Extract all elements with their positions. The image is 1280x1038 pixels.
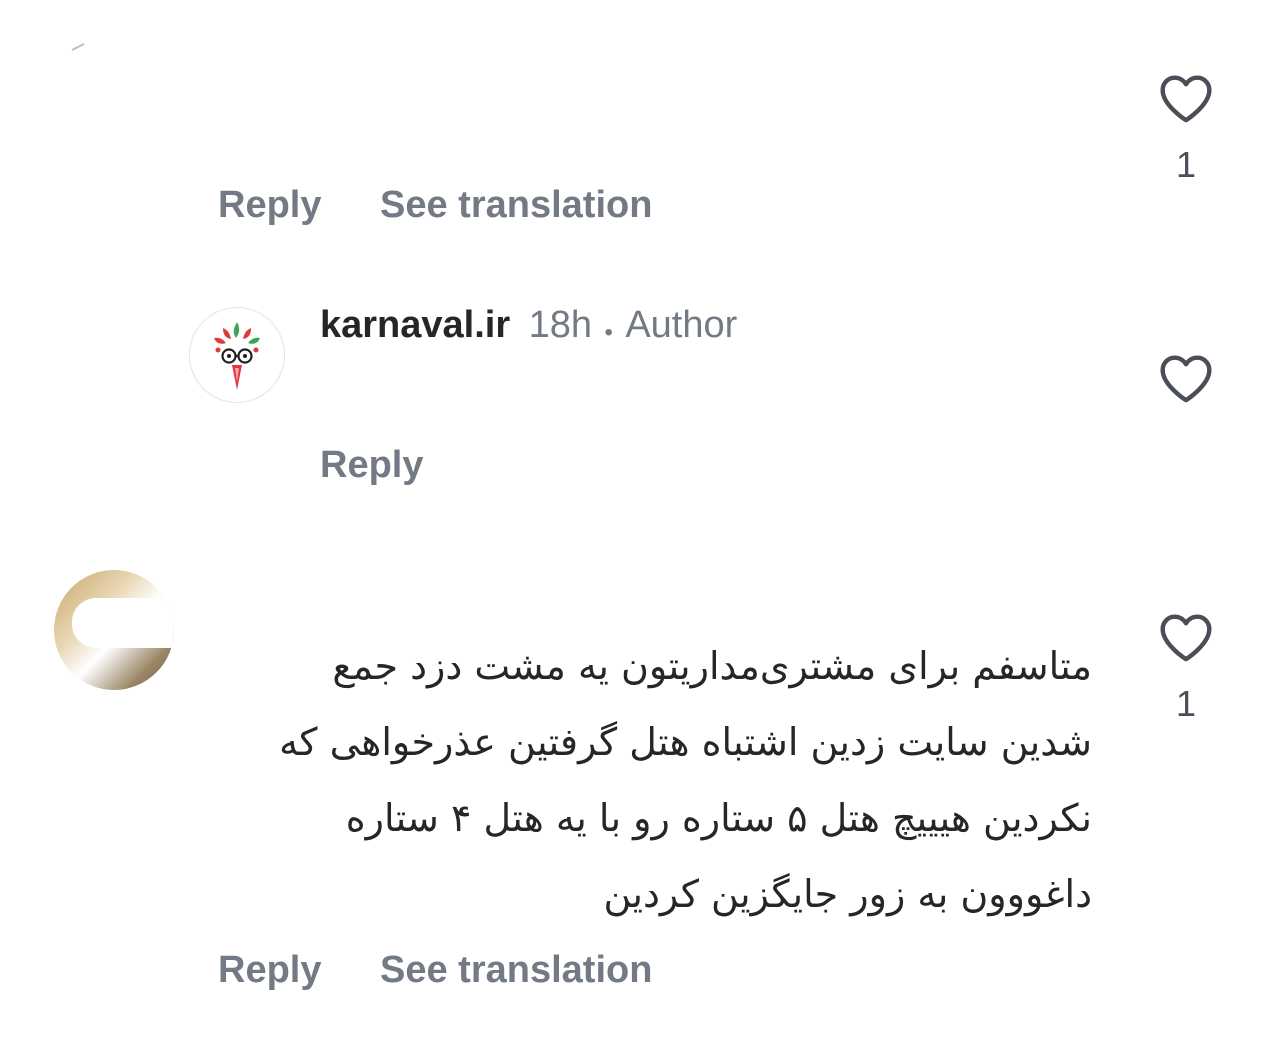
avatar-blur-overlay <box>72 598 174 648</box>
heart-icon <box>1160 355 1212 403</box>
cropped-edge-mark <box>70 38 86 51</box>
comment-text: متاسفم برای مشتری‌مداریتون یه مشت دزد جم… <box>192 628 1092 932</box>
comment-line: متاسفم برای مشتری‌مداریتون یه مشت دزد جم… <box>332 644 1092 688</box>
like-count: 1 <box>1175 683 1197 724</box>
comment-line: داغووون به زور جایگزین کردین <box>603 872 1093 916</box>
author-badge: Author <box>625 304 738 346</box>
heart-icon <box>1160 75 1212 123</box>
like-button[interactable] <box>1158 611 1214 663</box>
like-count: 1 <box>1175 144 1197 185</box>
karnaval-logo-icon <box>214 322 260 390</box>
like-button[interactable] <box>1158 352 1214 404</box>
like-button[interactable] <box>1158 72 1214 124</box>
comment-line: نکردین هیییچ هتل ۵ ستاره رو با یه هتل ۴ … <box>345 796 1092 840</box>
see-translation-button[interactable]: See translation <box>380 183 652 227</box>
timestamp: 18h <box>528 304 592 346</box>
reply-button[interactable]: Reply <box>218 183 321 227</box>
separator: • <box>604 318 613 346</box>
username[interactable]: karnaval.ir <box>320 304 510 346</box>
reply-header: karnaval.ir 18h • Author <box>320 303 737 355</box>
reply-button[interactable]: Reply <box>320 443 423 487</box>
see-translation-button[interactable]: See translation <box>380 948 652 992</box>
avatar[interactable] <box>54 570 174 690</box>
avatar[interactable] <box>189 307 285 403</box>
comment-line: شدین سایت زدین اشتباه هتل گرفتین عذرخواه… <box>279 720 1092 764</box>
reply-button[interactable]: Reply <box>218 948 321 992</box>
heart-icon <box>1160 614 1212 662</box>
